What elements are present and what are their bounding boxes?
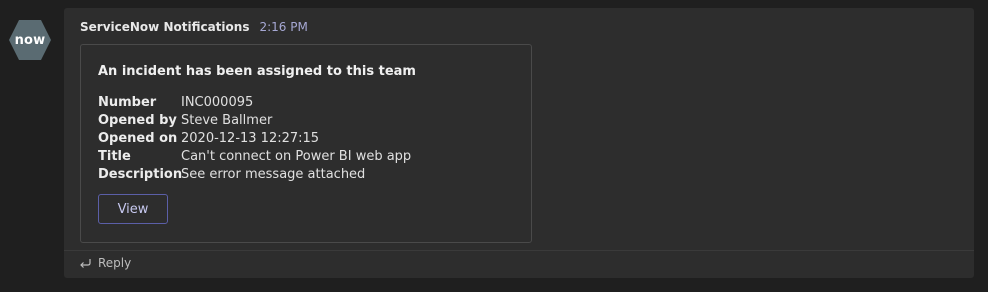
fact-value: Steve Ballmer	[181, 112, 273, 128]
fact-value: Can't connect on Power BI web app	[181, 148, 412, 164]
fact-label: Title	[98, 148, 131, 164]
reply-button[interactable]: Reply	[78, 256, 131, 270]
fact-row-opened-on: Opened on 2020-12-13 12:27:15	[98, 129, 411, 147]
servicenow-avatar[interactable]: now	[8, 19, 52, 61]
fact-value: INC000095	[181, 94, 254, 110]
message-timestamp: 2:16 PM	[259, 20, 308, 34]
fact-label: Number	[98, 94, 157, 110]
sender-name[interactable]: ServiceNow Notifications	[80, 20, 249, 34]
fact-row-title: Title Can't connect on Power BI web app	[98, 147, 411, 165]
message-thread: ServiceNow Notifications 2:16 PM An inci…	[64, 8, 974, 278]
teams-channel-canvas: now ServiceNow Notifications 2:16 PM An …	[0, 0, 988, 292]
message-header: ServiceNow Notifications 2:16 PM	[80, 20, 308, 34]
fact-label: Description	[98, 166, 183, 182]
avatar-logo-text: now	[14, 32, 46, 48]
reply-arrow-icon	[80, 259, 91, 268]
fact-set: Number INC000095 Opened by Steve Ballmer…	[98, 93, 411, 183]
reply-label: Reply	[98, 256, 132, 270]
view-button[interactable]: View	[98, 194, 168, 224]
fact-label: Opened by	[98, 112, 177, 128]
fact-value: 2020-12-13 12:27:15	[181, 130, 320, 146]
fact-label: Opened on	[98, 130, 178, 146]
fact-row-description: Description See error message attached	[98, 165, 411, 183]
fact-row-opened-by: Opened by Steve Ballmer	[98, 111, 411, 129]
adaptive-card: An incident has been assigned to this te…	[80, 44, 532, 243]
fact-value: See error message attached	[181, 166, 366, 182]
fact-row-number: Number INC000095	[98, 93, 411, 111]
reply-divider	[64, 250, 974, 251]
card-title: An incident has been assigned to this te…	[98, 64, 416, 79]
